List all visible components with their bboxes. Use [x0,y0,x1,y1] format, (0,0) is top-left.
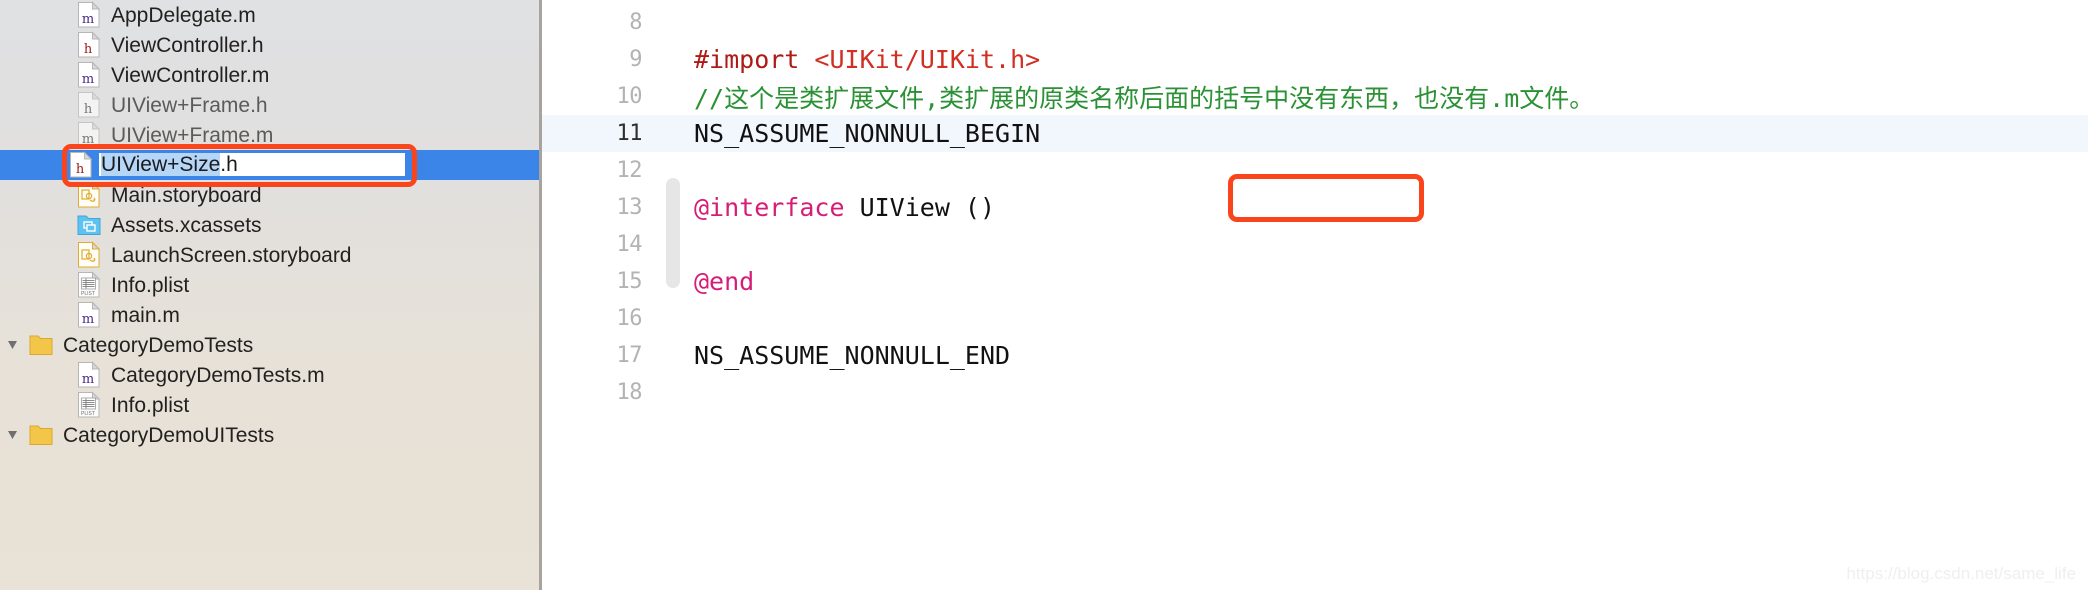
line-number: 16 [616,306,643,331]
code-token-kw: @interface [694,193,845,222]
navigator-row-label: Info.plist [111,393,190,417]
navigator-row[interactable]: m AppDelegate.m [0,0,539,30]
line-number: 13 [616,195,643,220]
navigator-row[interactable]: LaunchScreen.storyboard [0,240,539,270]
objc-h-file-icon: h [68,151,94,179]
code-token-str: <UIKit/UIKit.h> [814,45,1041,74]
code-line[interactable]: 18 [542,374,2088,411]
navigator-row-label: Assets.xcassets [111,213,262,237]
code-token-comment: //这个是类扩展文件,类扩展的原类名称后面的括号中没有东西，也没有.m文件。 [694,83,1595,113]
code-line[interactable]: 13 @interface UIView () [542,189,2088,226]
code-token-plain: UIView () [844,193,996,222]
svg-text:m: m [82,72,94,87]
line-number: 12 [616,158,643,183]
folder-icon [26,421,56,449]
watermark-text: https://blog.csdn.net/same_life [1846,564,2076,583]
navigator-row[interactable]: PLIST Info.plist [0,270,539,300]
rename-input-selected-text: UIView+Size [101,152,221,176]
code-line[interactable]: 14 [542,226,2088,263]
navigator-row[interactable]: PLIST Info.plist [0,390,539,420]
code-token-pre: #import [694,45,815,74]
objc-m-file-icon: m [74,61,104,89]
navigator-row[interactable]: m UIView+Frame.m [0,120,539,150]
objc-m-file-icon: m [74,361,104,389]
code-text[interactable]: //这个是类扩展文件,类扩展的原类名称后面的括号中没有东西，也没有.m文件。 [674,79,1594,115]
svg-text:m: m [82,372,94,387]
navigator-row-label: UIView+Frame.m [111,123,274,147]
line-number: 18 [616,380,643,405]
plist-file-icon: PLIST [74,271,104,299]
line-number: 10 [616,84,643,109]
svg-text:h: h [84,102,93,117]
navigator-row-label: CategoryDemoTests [63,333,254,357]
navigator-row-label: main.m [111,303,180,327]
navigator-row[interactable]: CategoryDemoUITests [0,420,539,450]
storyboard-file-icon [74,181,104,209]
code-fold-ribbon[interactable] [666,178,680,288]
line-number: 8 [629,10,642,35]
code-token-plain: NS_ASSUME_NONNULL_BEGIN [694,119,1041,148]
code-line[interactable]: 9 #import <UIKit/UIKit.h> [542,41,2088,78]
navigator-row-label: UIView+Frame.h [111,93,268,117]
svg-text:h: h [76,162,85,177]
objc-h-file-icon: h [74,31,104,59]
code-text[interactable]: @end [674,267,754,296]
svg-text:PLIST: PLIST [81,411,95,417]
code-token-kw: @end [694,267,755,296]
rename-input[interactable]: UIView+Size .h [97,151,407,178]
line-number: 14 [616,232,643,257]
navigator-row[interactable]: h ViewController.h [0,30,539,60]
svg-text:PLIST: PLIST [81,291,95,297]
code-line[interactable]: 17 NS_ASSUME_NONNULL_END [542,337,2088,374]
code-text[interactable]: NS_ASSUME_NONNULL_END [674,341,1010,370]
chevron-down-icon[interactable] [0,335,26,355]
code-line[interactable]: 16 [542,300,2088,337]
navigator-row[interactable]: Main.storyboard [0,180,539,210]
source-editor[interactable]: 8 9 #import <UIKit/UIKit.h> 10 //这个是类扩展文件,类扩… [542,0,2088,590]
line-number: 11 [616,121,643,146]
line-number: 9 [629,47,642,72]
xcode-window: m AppDelegate.m h ViewController.h m ViewCont… [0,0,2088,590]
navigator-row-label: Main.storyboard [111,183,262,207]
plist-file-icon: PLIST [74,391,104,419]
objc-m-file-icon: m [74,301,104,329]
xcassets-folder-icon [74,211,104,239]
project-navigator[interactable]: m AppDelegate.m h ViewController.h m ViewCont… [0,0,542,590]
objc-m-file-icon: m [74,1,104,29]
navigator-row[interactable]: h UIView+Frame.h [0,90,539,120]
navigator-row[interactable]: m ViewController.m [0,60,539,90]
navigator-row-label: CategoryDemoUITests [63,423,275,447]
line-number: 15 [616,269,643,294]
navigator-row-label: ViewController.h [111,33,264,57]
folder-icon [26,331,56,359]
objc-m-file-icon: m [74,121,104,149]
navigator-row-label: LaunchScreen.storyboard [111,243,352,267]
navigator-row[interactable]: m main.m [0,300,539,330]
navigator-row-label: ViewController.m [111,63,270,87]
svg-text:m: m [82,312,94,327]
objc-h-file-icon: h [74,91,104,119]
code-line[interactable]: 12 [542,152,2088,189]
navigator-row-label: CategoryDemoTests.m [111,363,325,387]
storyboard-file-icon [74,241,104,269]
code-text[interactable]: @interface UIView () [674,193,995,222]
svg-text:m: m [82,132,94,147]
code-line[interactable]: 10 //这个是类扩展文件,类扩展的原类名称后面的括号中没有东西，也没有.m文件。 [542,78,2088,115]
rename-input-remainder-text: .h [220,152,238,176]
line-number: 17 [616,343,643,368]
code-token-plain: NS_ASSUME_NONNULL_END [694,341,1011,370]
navigator-row-label: AppDelegate.m [111,3,256,27]
code-text[interactable]: NS_ASSUME_NONNULL_BEGIN [674,119,1040,148]
navigator-row[interactable]: CategoryDemoTests [0,330,539,360]
code-line[interactable]: 8 [542,4,2088,41]
code-line[interactable]: 15 @end [542,263,2088,300]
svg-text:h: h [84,42,93,57]
chevron-down-icon[interactable] [0,425,26,445]
code-text[interactable]: #import <UIKit/UIKit.h> [674,45,1040,74]
navigator-row[interactable]: m CategoryDemoTests.m [0,360,539,390]
navigator-row[interactable]: Assets.xcassets [0,210,539,240]
navigator-row-label: Info.plist [111,273,190,297]
code-line[interactable]: 11 NS_ASSUME_NONNULL_BEGIN [542,115,2088,152]
svg-text:m: m [82,12,94,27]
